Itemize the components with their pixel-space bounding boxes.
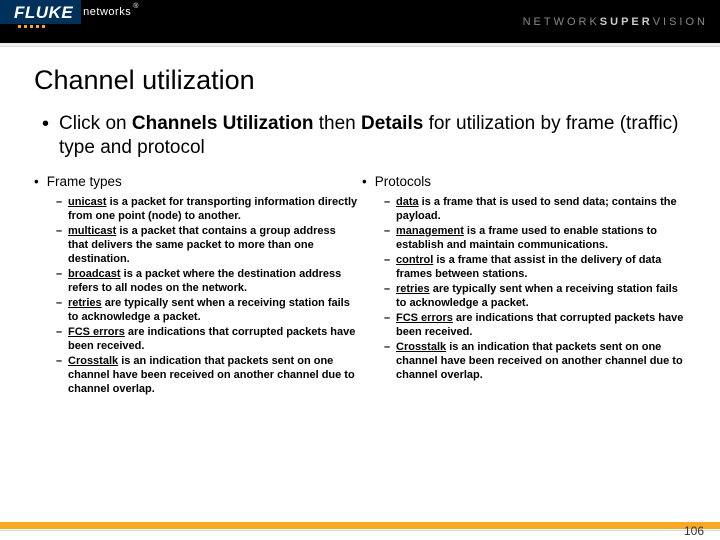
term: retries (396, 283, 430, 295)
tagline-2: SUPER (600, 16, 653, 28)
term: management (396, 225, 464, 237)
frame-types-list: unicast is a packet for transporting inf… (34, 195, 358, 396)
frame-types-col: • Frame types unicast is a packet for tr… (34, 174, 358, 397)
list-item: control is a frame that assist in the de… (384, 253, 686, 281)
intro-pre: Click on (59, 113, 132, 134)
list-item: multicast is a packet that contains a gr… (56, 224, 358, 266)
list-item: retries are typically sent when a receiv… (56, 296, 358, 324)
def: is a packet for transporting information… (68, 196, 357, 222)
protocols-label: Protocols (375, 174, 431, 189)
term: Crosstalk (68, 355, 118, 367)
protocols-col: • Protocols data is a frame that is used… (362, 174, 686, 397)
def: are typically sent when a receiving stat… (68, 297, 350, 323)
list-item: data is a frame that is used to send dat… (384, 195, 686, 223)
tagline-3: VISION (653, 16, 708, 28)
protocols-head: • Protocols (362, 174, 686, 189)
term: control (396, 254, 433, 266)
intro-bold-1: Channels Utilization (132, 113, 314, 134)
term: broadcast (68, 268, 121, 280)
list-item: FCS errors are indications that corrupte… (56, 325, 358, 353)
intro-mid: then (313, 113, 361, 134)
frame-types-label: Frame types (47, 174, 122, 189)
term: FCS errors (68, 326, 125, 338)
footer: 106 (0, 522, 720, 540)
def: is a frame that assist in the delivery o… (396, 254, 661, 280)
logo-reg: ® (133, 0, 138, 10)
list-item: FCS errors are indications that corrupte… (384, 311, 686, 339)
term: FCS errors (396, 312, 453, 324)
bullet-icon: • (362, 174, 367, 189)
list-item: broadcast is a packet where the destinat… (56, 267, 358, 295)
tagline-1: NETWORK (523, 16, 600, 28)
term: multicast (68, 225, 116, 237)
term: retries (68, 297, 102, 309)
footer-line (0, 530, 720, 531)
term: data (396, 196, 419, 208)
frame-types-head: • Frame types (34, 174, 358, 189)
footer-accent-bar (0, 522, 720, 529)
intro-row: • Click on Channels Utilization then Det… (34, 112, 686, 160)
logo-networks: networks (81, 0, 133, 18)
term: Crosstalk (396, 341, 446, 353)
bullet-icon: • (34, 174, 39, 189)
bullet-icon: • (34, 112, 49, 160)
list-item: management is a frame used to enable sta… (384, 224, 686, 252)
content-area: Channel utilization • Click on Channels … (0, 47, 720, 397)
list-item: retries are typically sent when a receiv… (384, 282, 686, 310)
header-bar: FLUKE networks ® NETWORKSUPERVISION (0, 0, 720, 43)
def: is a frame that is used to send data; co… (396, 196, 677, 222)
list-item: Crosstalk is an indication that packets … (56, 354, 358, 396)
intro-bold-2: Details (361, 113, 423, 134)
intro-text: Click on Channels Utilization then Detai… (59, 112, 686, 160)
term: unicast (68, 196, 107, 208)
brand-logo: FLUKE networks ® (0, 0, 138, 43)
tagline: NETWORKSUPERVISION (523, 16, 708, 28)
page-number: 106 (684, 524, 704, 538)
logo-fluke: FLUKE (0, 0, 81, 24)
def: are typically sent when a receiving stat… (396, 283, 678, 309)
page-title: Channel utilization (34, 65, 686, 96)
list-item: unicast is a packet for transporting inf… (56, 195, 358, 223)
two-column: • Frame types unicast is a packet for tr… (34, 174, 686, 397)
list-item: Crosstalk is an indication that packets … (384, 340, 686, 382)
protocols-list: data is a frame that is used to send dat… (362, 195, 686, 382)
